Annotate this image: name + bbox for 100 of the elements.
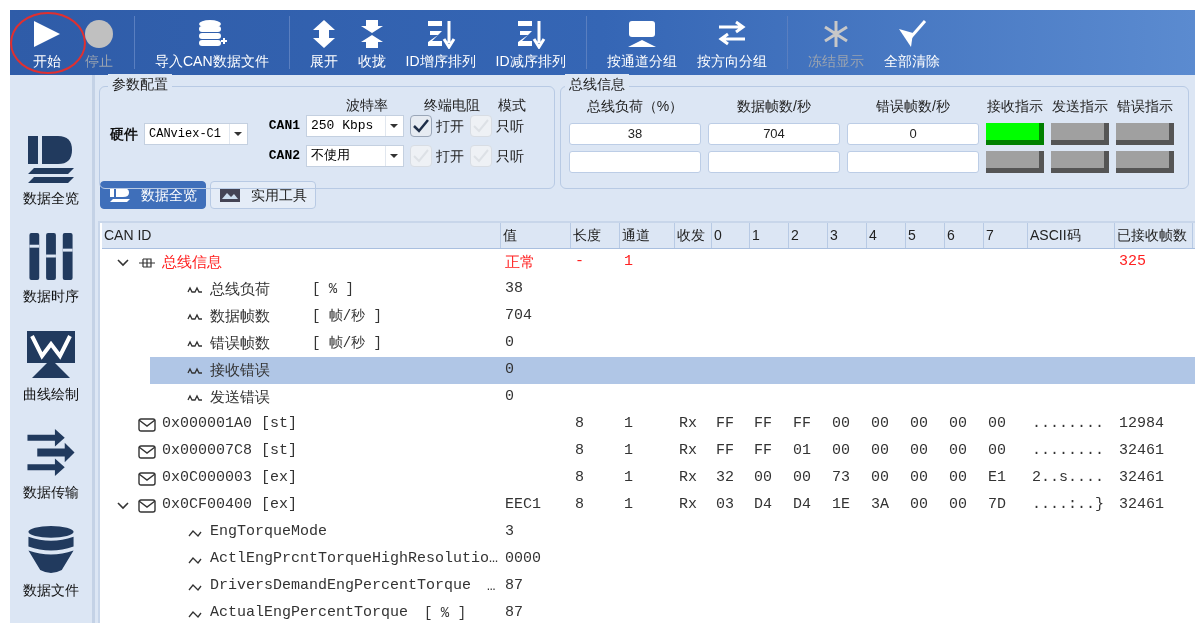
- sidebar-item[interactable]: 数据传输: [23, 427, 79, 503]
- tree-row[interactable]: 0x000001A0 [st] 8 1 Rx FF FF FF 00 00 00 00 00 ........ 12984: [102, 411, 1195, 438]
- column-label: 模式: [497, 96, 527, 115]
- table-cell-text: 1: [623, 441, 634, 462]
- table-cell-text: 1: [623, 252, 634, 273]
- row-label: 总线信息: [162, 252, 223, 273]
- tree-row[interactable]: ActlEngPrcntTorqueHighResolutio… 0000: [102, 546, 1195, 573]
- table-cell-text: 00: [909, 495, 929, 516]
- readout-value: 38: [627, 125, 643, 144]
- column-header[interactable]: 7: [984, 223, 1028, 248]
- wave-icon: [187, 312, 203, 321]
- column-header[interactable]: 2: [789, 223, 828, 248]
- table-cell-text: D4: [753, 495, 773, 516]
- readout-value: 704: [763, 125, 785, 144]
- dropdown-value: CANviex-C1: [148, 126, 222, 143]
- checkbox-label: 只听: [496, 146, 524, 166]
- table-cell-text: ........: [1031, 441, 1105, 462]
- column-label: 数据帧数/秒: [736, 97, 812, 116]
- column-label: 总线负荷（%）: [585, 97, 685, 116]
- checkbox[interactable]: [410, 115, 432, 137]
- row-label: 总线负荷: [210, 279, 271, 300]
- row-label: 发送错误: [210, 387, 271, 408]
- tree-row[interactable]: DriversDemandEngPercentTorque … 87: [102, 573, 1195, 600]
- table-cell-text: 87: [504, 576, 524, 597]
- sidebar-item[interactable]: 曲线绘制: [23, 329, 79, 405]
- tree-row[interactable]: 数据帧数 [ 帧/秒 ] 704: [102, 303, 1195, 330]
- table-cell-text: 704: [504, 306, 533, 327]
- row-label: 0x000007C8 [st]: [162, 441, 298, 462]
- chevron-icon[interactable]: [117, 501, 129, 510]
- table-cell-text: 3: [504, 522, 515, 543]
- row-label: 数据帧数: [210, 306, 271, 327]
- dropdown[interactable]: 不使用: [306, 145, 404, 167]
- column-header[interactable]: CAN ID: [102, 223, 501, 248]
- row-label: ActlEngPrcntTorqueHighResolutio…: [210, 549, 499, 570]
- table-cell-text: 32: [715, 468, 735, 489]
- chevron-icon[interactable]: [117, 258, 129, 267]
- tree-row[interactable]: 0x000007C8 [st] 8 1 Rx FF FF 01 00 00 00 00 00 ........ 32461: [102, 438, 1195, 465]
- toolbar-button[interactable]: ID增序排列: [395, 10, 486, 75]
- checkbox-label: 打开: [436, 116, 464, 136]
- dropdown[interactable]: CANviex-C1: [144, 123, 248, 145]
- column-header[interactable]: 3: [828, 223, 867, 248]
- column-header[interactable]: ASCII码: [1028, 223, 1115, 248]
- table-cell-text: 3A: [870, 495, 890, 516]
- table-cell-text: 32461: [1118, 468, 1165, 489]
- table-cell-text: 32461: [1118, 441, 1165, 462]
- toolbar-button[interactable]: 导入CAN数据文件: [145, 10, 279, 75]
- wave-icon: [187, 366, 203, 375]
- tree-row[interactable]: ActualEngPercentTorque [ % ] 87: [102, 600, 1195, 623]
- column-header[interactable]: 通道: [620, 223, 675, 248]
- sidebar-item[interactable]: 数据时序: [23, 231, 79, 307]
- table-cell-text: 00: [909, 414, 929, 435]
- column-header[interactable]: 已接收帧数: [1115, 223, 1193, 248]
- column-header[interactable]: 长度: [571, 223, 620, 248]
- tree-row[interactable]: EngTorqueMode 3: [102, 519, 1195, 546]
- column-header[interactable]: 1: [750, 223, 789, 248]
- readout-value: 0: [909, 125, 917, 144]
- table-cell-text: 1: [623, 468, 634, 489]
- sidebar-item[interactable]: 数据文件: [23, 525, 79, 601]
- toolbar-button[interactable]: 按通道分组: [596, 10, 687, 75]
- column-header[interactable]: 5: [906, 223, 945, 248]
- tree-row[interactable]: 总线信息 正常 - 1 325: [102, 249, 1195, 276]
- unit-label: [ % ]: [312, 280, 354, 299]
- column-label: 发送指示: [1051, 97, 1109, 116]
- tree-row[interactable]: 发送错误 0: [102, 384, 1195, 411]
- dropdown[interactable]: 250 Kbps: [306, 115, 404, 137]
- tree-row[interactable]: 0x0C000003 [ex] 8 1 Rx 32 00 00 73 00 00 00 E1 2..s.... 32461: [102, 465, 1195, 492]
- tree-row[interactable]: 总线负荷 [ % ] 38: [102, 276, 1195, 303]
- tab[interactable]: 实用工具: [210, 181, 316, 209]
- panel-title: 参数配置: [108, 74, 172, 95]
- table-cell-text: 00: [909, 441, 929, 462]
- column-label: 接收指示: [986, 97, 1044, 116]
- column-header[interactable]: 收发: [675, 223, 712, 248]
- toolbar-button[interactable]: 展开: [299, 10, 348, 75]
- tree-row[interactable]: 接收错误 0: [150, 357, 1195, 384]
- tab[interactable]: 数据全览: [100, 181, 206, 209]
- column-header[interactable]: 0: [712, 223, 750, 248]
- column-header[interactable]: 4: [867, 223, 906, 248]
- table-cell-text: 12984: [1118, 414, 1165, 435]
- column-header[interactable]: 6: [945, 223, 984, 248]
- check-icon: [413, 119, 429, 133]
- table-cell-text: 00: [831, 441, 851, 462]
- envelope-icon: [138, 444, 156, 459]
- channel-label: CAN1: [267, 117, 300, 136]
- toolbar-button[interactable]: 收拢: [347, 10, 396, 75]
- envelope-icon: [138, 498, 156, 513]
- toolbar-button[interactable]: 全部清除: [873, 10, 950, 75]
- dropdown-value: 250 Kbps: [310, 117, 375, 136]
- tree-row[interactable]: 错误帧数 [ 帧/秒 ] 0: [102, 330, 1195, 357]
- wave-icon: [188, 609, 202, 618]
- toolbar-button[interactable]: ID减序排列: [485, 10, 576, 75]
- toolbar-button[interactable]: 按方向分组: [686, 10, 777, 75]
- tree-row[interactable]: 0x0CF00400 [ex] EEC1 8 1 Rx 03 D4 D4 1E 3A 00 00 7D ....:..} 32461: [102, 492, 1195, 519]
- database-funnel-icon: [26, 525, 76, 576]
- database-icon: [196, 19, 227, 49]
- sidebar-item[interactable]: 数据全览: [23, 133, 79, 209]
- column-label: 波特率: [345, 96, 389, 115]
- table-cell-text: 00: [948, 414, 968, 435]
- table-cell-text: 1: [623, 495, 634, 516]
- toolbar-button[interactable]: 开始: [20, 10, 74, 75]
- column-header[interactable]: 值: [501, 223, 571, 248]
